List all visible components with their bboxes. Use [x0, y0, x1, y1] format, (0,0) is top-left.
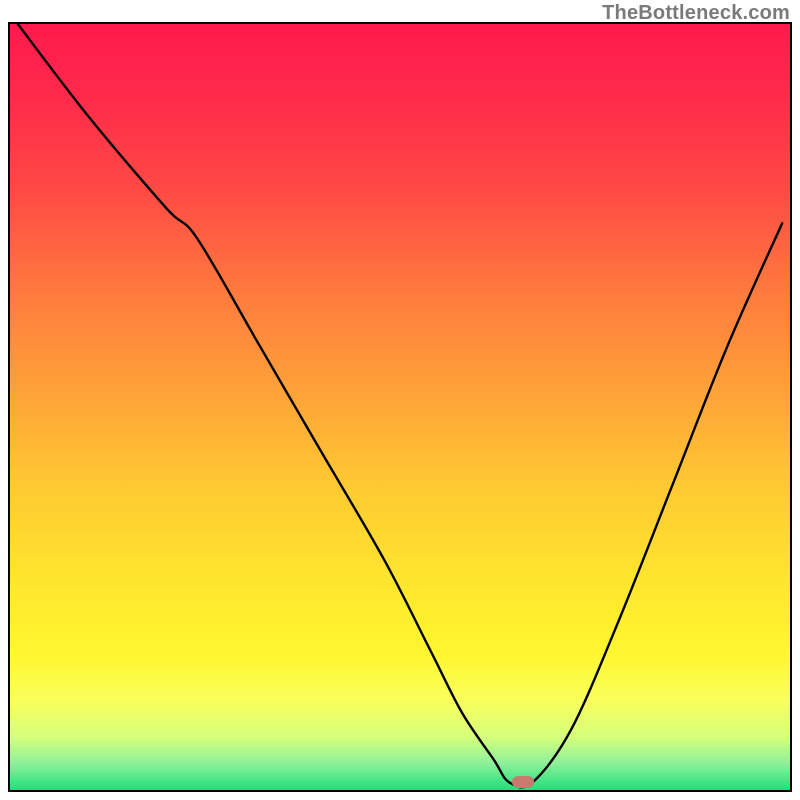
chart-frame	[8, 22, 792, 792]
heat-gradient-background	[10, 24, 790, 790]
optimal-point-marker	[512, 776, 534, 788]
